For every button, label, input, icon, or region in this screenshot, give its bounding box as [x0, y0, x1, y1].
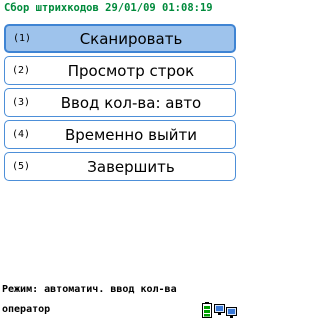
system-tray: [202, 302, 238, 318]
network-icon: [214, 304, 237, 318]
mode-status: Режим: автоматич. ввод кол-ва: [2, 284, 177, 295]
menu-item-quantity-input[interactable]: (3) Ввод кол-ва: авто: [4, 88, 236, 117]
menu-item-label: Временно выйти: [64, 125, 198, 144]
menu-item-number: (3): [12, 97, 31, 108]
menu-item-number: (2): [12, 65, 31, 76]
footer-bar: оператор: [0, 301, 240, 320]
menu-item-scan[interactable]: (1) Сканировать: [4, 24, 236, 53]
menu-item-label: Сканировать: [79, 29, 183, 48]
menu-item-temporary-exit[interactable]: (4) Временно выйти: [4, 120, 236, 149]
menu-item-number: (5): [12, 161, 31, 172]
menu-item-label: Ввод кол-ва: авто: [60, 93, 202, 112]
menu-item-number: (4): [12, 129, 31, 140]
user-label: оператор: [2, 304, 51, 315]
menu-item-view-lines[interactable]: (2) Просмотр строк: [4, 56, 236, 85]
menu-item-label: Завершить: [87, 157, 175, 176]
window-title: Сбор штрихкодов 29/01/09 01:08:19: [0, 0, 240, 21]
menu-item-number: (1): [13, 33, 32, 44]
menu-item-label: Просмотр строк: [67, 61, 195, 80]
menu-item-finish[interactable]: (5) Завершить: [4, 152, 236, 181]
battery-icon: [202, 302, 212, 318]
